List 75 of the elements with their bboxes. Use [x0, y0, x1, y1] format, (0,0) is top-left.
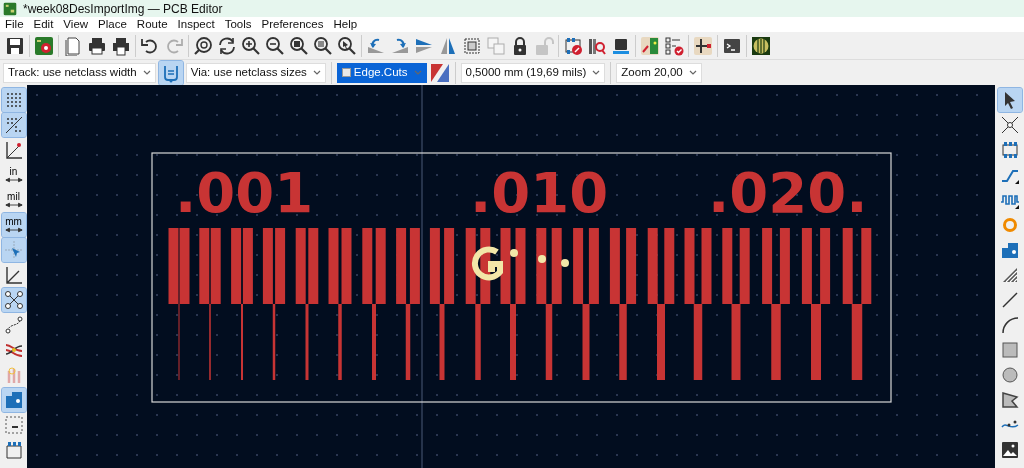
menu-item[interactable]: Place [93, 17, 132, 32]
menu-item[interactable]: Inspect [172, 17, 220, 32]
board-text: .010 [470, 160, 609, 225]
menu-item[interactable]: Tools [219, 17, 257, 32]
footprint-edit-icon [563, 35, 583, 56]
grid-button[interactable] [1, 88, 26, 112]
window-title: *week08DesImportImg — PCB Editor [23, 0, 223, 18]
ratsnest-icon [3, 290, 24, 310]
ungroup-icon [486, 35, 506, 56]
grid-override-button[interactable] [1, 113, 26, 137]
dashed-selection-icon [3, 415, 24, 435]
chevron-down-icon [413, 70, 422, 75]
polygon-icon [999, 390, 1020, 410]
zoom-pointer-icon [337, 35, 357, 56]
crosshair-cursor-icon [3, 240, 24, 260]
zoom-fit-icon [289, 35, 309, 56]
board-text: .020. [708, 160, 868, 225]
open-padlock-icon [534, 35, 554, 56]
board-gear-icon [34, 35, 54, 56]
mm-units-button[interactable]: mm [1, 213, 26, 237]
auto-track-width-button[interactable] [158, 60, 183, 85]
arc-icon [999, 315, 1020, 335]
crossed-lines-icon [999, 115, 1020, 135]
double-arrow-icon [4, 227, 23, 233]
track-width-dropdown[interactable]: Track: use netclass width [3, 62, 156, 83]
menu-item[interactable]: Help [328, 17, 363, 32]
via-size-dropdown[interactable]: Via: use netclass sizes [185, 62, 326, 83]
board-text: .001 [175, 160, 314, 225]
search-icon [193, 35, 213, 56]
chevron-down-icon [312, 70, 321, 75]
chevron-down-icon [142, 70, 151, 75]
double-arrow-icon [4, 177, 23, 183]
ratsnest-button[interactable] [1, 288, 26, 312]
pad-shape-icon [999, 240, 1020, 260]
footprint-icon [999, 140, 1020, 160]
plugin-board-icon [751, 35, 771, 56]
footprint-icon [3, 440, 24, 460]
mil-units-button[interactable]: mil [1, 188, 26, 212]
zoom-out-icon [265, 35, 285, 56]
rectangle-icon [999, 340, 1020, 360]
printer-icon [87, 35, 107, 56]
inch-units-button[interactable]: in [1, 163, 26, 187]
grid-override-icon [3, 115, 24, 135]
checklist-icon [664, 35, 684, 56]
double-arrow-icon [4, 202, 23, 208]
menu-item[interactable]: Route [131, 17, 173, 32]
page-icon [63, 35, 83, 56]
schematic-transistor-icon [693, 35, 713, 56]
zoom-image-icon [313, 35, 333, 56]
layer-dropdown[interactable]: Edge.Cuts [336, 62, 427, 83]
pad-fill-button[interactable] [1, 388, 26, 412]
circle-icon [999, 365, 1020, 385]
pad-shape-icon [3, 390, 24, 410]
layer-color-swatch [341, 68, 351, 77]
plotter-icon [111, 35, 131, 56]
group-icon [462, 35, 482, 56]
menu-item[interactable]: Edit [28, 17, 59, 32]
zoom-in-icon [241, 35, 261, 56]
curved-ratsnest-icon [3, 315, 24, 335]
chevron-down-icon [688, 70, 697, 75]
board-update-icon [640, 35, 660, 56]
pcb-canvas[interactable]: .001 .010 .020. [27, 85, 995, 468]
local-origin-axes-icon [3, 265, 24, 285]
chevron-down-icon [592, 70, 601, 75]
grid-size-dropdown[interactable]: 0,5000 mm (19,69 mils) [460, 62, 606, 83]
zoom-dropdown[interactable]: Zoom 20,00 [616, 62, 702, 83]
menu-item[interactable]: Preferences [256, 17, 329, 32]
refresh-icon [217, 35, 237, 56]
polar-axes-icon [3, 140, 24, 160]
picture-icon [999, 440, 1020, 460]
menu-item[interactable]: View [58, 17, 94, 32]
menu-item[interactable]: File [0, 17, 29, 32]
layer-pair-icon [429, 62, 450, 83]
board-app-icon [3, 1, 17, 16]
select-button[interactable] [997, 88, 1022, 112]
